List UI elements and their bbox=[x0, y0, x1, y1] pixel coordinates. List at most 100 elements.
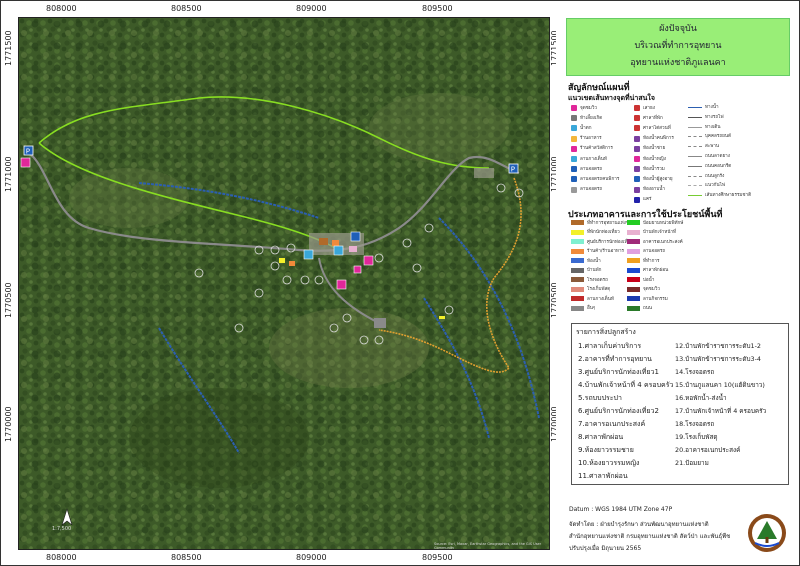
building-item: 7.อาคารอเนกประสงค์ bbox=[578, 420, 646, 428]
coord-bottom-1: 808000 bbox=[46, 553, 77, 562]
landuse-label: บ้านพัก bbox=[587, 268, 602, 273]
building-item: 15.บ้านภูแลนคา 10(แฮ้ดินขาว) bbox=[675, 381, 765, 389]
female-toilet-icon bbox=[634, 156, 640, 162]
landuse-swatch bbox=[571, 267, 584, 273]
landuse-swatch bbox=[627, 286, 640, 292]
line-symbol-dash bbox=[688, 185, 702, 187]
building-item: 11.ศาลาพักผ่อน bbox=[578, 472, 628, 480]
line-label: สะพาน bbox=[705, 144, 720, 150]
landuse-label: โรงจอดรถ bbox=[587, 277, 608, 283]
building-list-heading: รายการสิ่งปลูกสร้าง bbox=[576, 328, 636, 336]
building-item: 9.ห้องยาวรรมชาย bbox=[578, 446, 634, 454]
landuse-swatch bbox=[627, 258, 640, 263]
coord-left-2: 1771000 bbox=[4, 156, 13, 192]
building-item: 5.รถบบประปา bbox=[578, 394, 622, 402]
building-item: 10.ห้องยาวรรมหญิง bbox=[578, 459, 640, 467]
landuse-swatch bbox=[571, 305, 584, 311]
line-label: ถนนลูกรัง bbox=[705, 173, 725, 179]
accessible-parking-icon bbox=[571, 176, 577, 183]
viewpoint-icon bbox=[20, 157, 31, 168]
line-label: เส้นทางศึกษาธรรมชาติ bbox=[705, 193, 752, 199]
north-arrow-icon bbox=[61, 508, 73, 526]
building-item: 4.บ้านพักเจ้าหน้าที่ 4 ครอบครัว bbox=[578, 381, 674, 389]
pavilion2-icon bbox=[634, 125, 640, 132]
landuse-label: อาคารอเนกประสงค์ bbox=[643, 239, 683, 245]
landuse-label: ห้องน้ำ bbox=[587, 258, 601, 264]
symbol-label: ห้องน้ำผู้สูงอายุ bbox=[643, 176, 673, 182]
park-logo-icon bbox=[748, 514, 786, 552]
landuse-swatch bbox=[571, 220, 584, 225]
accessible-toilet-icon bbox=[634, 135, 640, 142]
parking-icon-west: P bbox=[23, 145, 34, 156]
line-symbol-trail bbox=[688, 195, 702, 197]
satellite-map[interactable]: P P Source: Esri, Maxar, Earthstar Geogr… bbox=[18, 17, 550, 550]
landuse-swatch bbox=[627, 277, 640, 282]
poi-heading: แนวเขตเส้นทางจุดที่น่าสนใจ bbox=[568, 94, 655, 102]
landuse-label: ป้อมยามหน่วยพิทักษ์ bbox=[643, 220, 684, 226]
symbol-label: ห้องน้ำหญิง bbox=[643, 156, 666, 162]
landuse-swatch bbox=[627, 305, 640, 311]
building-item: 12.บ้านพักข้าราชการระดับ1-2 bbox=[675, 342, 761, 350]
parking-icon-east: P bbox=[508, 163, 519, 174]
shop-icon bbox=[571, 145, 577, 152]
landuse-label: ศาลาพักผ่อน bbox=[643, 268, 669, 273]
line-symbol-dash bbox=[688, 146, 702, 148]
flagpole-icon bbox=[634, 105, 640, 111]
landuse-swatch bbox=[627, 267, 640, 273]
parking-icon bbox=[571, 166, 577, 173]
landuse-label: บ้านพักเจ้าหน้าที่ bbox=[643, 230, 677, 235]
scale-label: 1:7,500 bbox=[52, 526, 72, 532]
line-label: บุคคลรถยนต์ bbox=[705, 134, 731, 140]
line-symbol-stream bbox=[688, 107, 702, 108]
symbol-label: น้ำตก bbox=[580, 125, 592, 131]
line-symbol-road bbox=[688, 165, 702, 167]
symbol-label: ลานจอดรถ bbox=[580, 187, 603, 193]
symbol-label: ห้องน้ำชาย bbox=[643, 146, 666, 152]
restroom-icon-2 bbox=[353, 265, 362, 274]
line-symbol-dash bbox=[688, 136, 702, 138]
title-line-3: อุทยานแห่งชาติภูแลนคา bbox=[630, 58, 726, 68]
landuse-swatch bbox=[571, 229, 584, 235]
symbol-label: แคร่ bbox=[643, 197, 652, 203]
line-label: ถนนลาดยาง bbox=[705, 154, 730, 159]
landuse-label: บ่อน้ำ bbox=[643, 277, 655, 283]
waterfall-icon bbox=[303, 249, 314, 260]
coord-left-4: 1770000 bbox=[4, 406, 13, 442]
symbol-label: ห้องน้ำรวม bbox=[643, 166, 665, 172]
coord-left-1: 1771500 bbox=[4, 30, 13, 66]
elder-toilet-icon bbox=[634, 176, 640, 183]
landuse-swatch bbox=[627, 296, 640, 301]
coord-left-3: 1770500 bbox=[4, 282, 13, 318]
landuse-swatch bbox=[571, 286, 584, 292]
svg-text:P: P bbox=[26, 148, 30, 156]
restaurant-icon bbox=[571, 135, 577, 142]
landuse-label: ลานจอดรถ bbox=[643, 249, 666, 254]
line-symbol-dash bbox=[688, 175, 702, 177]
svg-text:P: P bbox=[511, 166, 515, 174]
line-symbol-rail bbox=[688, 116, 702, 118]
symbol-label: ห้องอาบน้ำ bbox=[643, 187, 666, 193]
line-label: ทางน้ำ bbox=[705, 105, 719, 110]
landuse-swatch bbox=[571, 296, 584, 301]
building-item: 6.ศูนย์บริการนักท่องเที่ยว2 bbox=[578, 407, 659, 415]
building-item: 13.บ้านพักข้าราชการระดับ3-4 bbox=[675, 355, 761, 363]
building-item: 14.โรงจอดรถ bbox=[675, 368, 715, 376]
symbol-label: ลานจอดรถ bbox=[580, 166, 603, 172]
symbol-label: ร้านค้าสวัสดิการ bbox=[580, 146, 613, 152]
landuse-label: ร้านค้า/ร้านอาหาร bbox=[587, 249, 624, 254]
landuse-label: อื่นๆ bbox=[587, 306, 596, 311]
coord-top-4: 809500 bbox=[422, 4, 453, 13]
symbol-label: ลานจอดรถคนพิการ bbox=[580, 176, 620, 182]
landuse-label: ลานกิจกรรม bbox=[643, 296, 668, 302]
coord-bottom-2: 808500 bbox=[171, 553, 202, 562]
map-canvas: P P bbox=[19, 18, 549, 549]
building-item: 20.อาคารอเนกประสงค์ bbox=[675, 446, 741, 454]
line-symbol-road bbox=[688, 156, 702, 157]
shop-icon bbox=[363, 255, 374, 266]
landuse-swatch bbox=[571, 239, 584, 244]
landuse-swatch bbox=[627, 248, 640, 254]
building-item: 16.หอพักน้ำ-ส่งน้ำ bbox=[675, 394, 727, 402]
landuse-label: โรงเก็บพัสดุ bbox=[587, 287, 611, 292]
agency-text: สำนักอุทยานแห่งชาติ กรมอุทยานแห่งชาติ สั… bbox=[569, 533, 731, 540]
line-label: ทางรถไฟ bbox=[705, 114, 724, 120]
